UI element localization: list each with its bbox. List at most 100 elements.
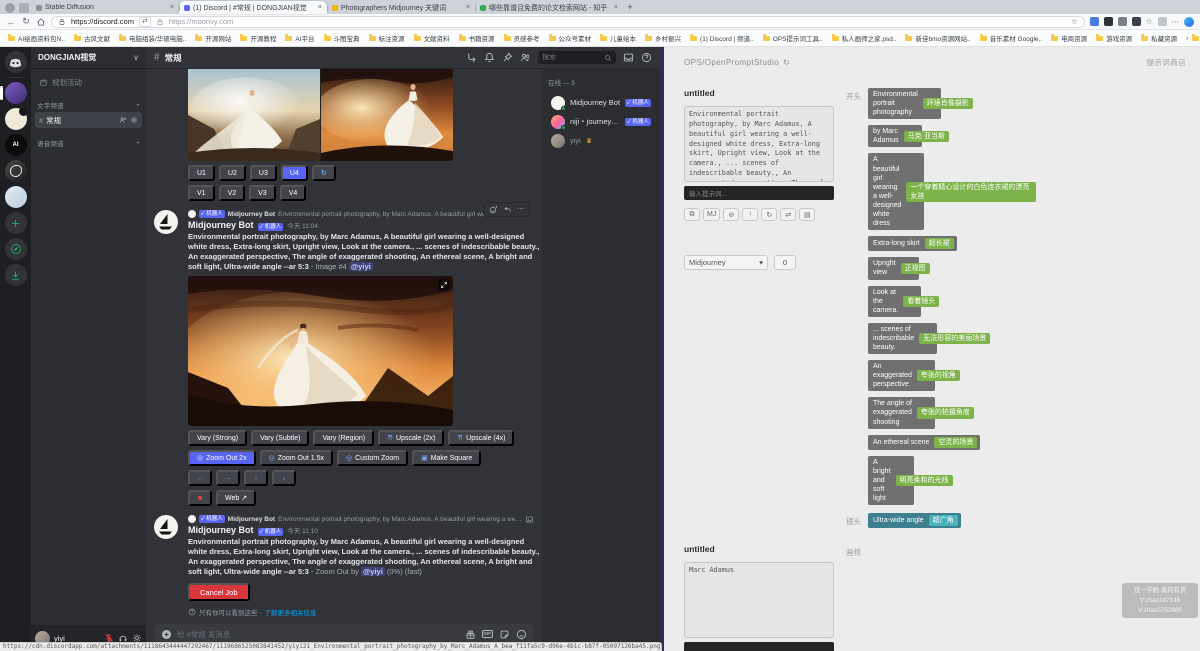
overflow-chevron-icon[interactable]: ›: [1186, 35, 1188, 42]
bookmark-item[interactable]: 古风文献: [74, 33, 110, 43]
server-icon-5[interactable]: [5, 186, 27, 208]
tab-close-icon[interactable]: ×: [614, 4, 618, 11]
cancel-job-button[interactable]: Cancel Job: [188, 583, 250, 601]
bot-avatar[interactable]: [154, 515, 178, 539]
member-row[interactable]: niji・journey … ✓ 机器人: [548, 112, 654, 131]
tab-close-icon[interactable]: ×: [318, 4, 322, 11]
bot-avatar[interactable]: [154, 210, 178, 234]
mj-action-button[interactable]: Vary (Subtle): [251, 430, 309, 446]
tool-button[interactable]: ⧉: [684, 208, 700, 221]
prompt-input-bar[interactable]: 输入提示词...: [684, 186, 834, 200]
download-apps-button[interactable]: [5, 264, 27, 286]
engine-select[interactable]: Midjourney ▾: [684, 255, 768, 270]
mj-action-button[interactable]: ♥: [188, 490, 212, 506]
grid-button[interactable]: U4: [281, 165, 308, 181]
bookmark-item[interactable]: 儿童绘本: [600, 33, 636, 43]
sticker-icon[interactable]: [499, 629, 510, 640]
more-actions-icon[interactable]: ⋯: [517, 205, 524, 214]
more-menu-icon[interactable]: ⋯: [1172, 17, 1180, 26]
workspace-title[interactable]: untitled: [684, 544, 834, 554]
pinned-messages-icon[interactable]: [502, 52, 513, 63]
bookmarks-overflow[interactable]: › 其他收藏夹: [1186, 33, 1200, 43]
home-icon[interactable]: [36, 17, 46, 27]
mj-action-button[interactable]: ⇈Upscale (2x): [378, 430, 444, 446]
channel-settings-icon[interactable]: [130, 116, 138, 124]
generated-image-grid[interactable]: [188, 69, 453, 161]
tab-close-icon[interactable]: ×: [466, 4, 470, 11]
member-list-icon[interactable]: [520, 52, 531, 63]
prompt-tag[interactable]: A bright and soft light 明亮柔和的光线: [868, 456, 914, 505]
server-icon-3[interactable]: AI: [5, 134, 27, 156]
pan-button[interactable]: ↓: [272, 470, 296, 486]
prompt-textarea[interactable]: Marc Adamus: [684, 562, 834, 638]
prompt-shop-link[interactable]: 提示词商店: [1147, 57, 1187, 68]
grid-button[interactable]: V3: [249, 185, 276, 201]
profile-avatar-icon[interactable]: [5, 3, 15, 13]
browser-tab[interactable]: (1) Discord | #常规 | DONGJIAN视觉 ×: [179, 1, 327, 14]
emoji-icon[interactable]: [516, 629, 527, 640]
tool-button[interactable]: ▤: [799, 208, 815, 221]
add-channel-icon[interactable]: +: [136, 140, 140, 147]
split-view-icon[interactable]: ⇄: [139, 17, 151, 27]
prompt-tag[interactable]: Extra-long skirt 超长裙: [868, 236, 957, 251]
url-left[interactable]: https://discord.com: [71, 17, 134, 26]
search-box[interactable]: [538, 51, 616, 64]
gift-icon[interactable]: [465, 629, 476, 640]
browser-tab[interactable]: Photographers Midjourney 关键词 ×: [327, 1, 475, 14]
tab-close-icon[interactable]: ×: [170, 4, 174, 11]
category-voice-channels[interactable]: 语音频道 +: [35, 138, 142, 148]
author-name[interactable]: Midjourney Bot: [188, 525, 254, 535]
bookmark-item[interactable]: OPS提示词工具..: [763, 33, 823, 43]
expand-image-icon[interactable]: [438, 279, 450, 291]
browser-tab[interactable]: Stable Diffusion ×: [31, 1, 179, 14]
bookmark-item[interactable]: AI平台: [285, 33, 314, 43]
create-invite-icon[interactable]: [119, 116, 127, 124]
message-input-box[interactable]: GIF: [154, 624, 534, 644]
inbox-icon[interactable]: [623, 52, 634, 63]
bookmark-item[interactable]: 文献资料: [414, 33, 450, 43]
pan-button[interactable]: ↑: [244, 470, 268, 486]
prompt-tag[interactable]: The angle of exaggerated shooting 夸张的拍摄角…: [868, 397, 935, 428]
bookmark-item[interactable]: (1) Discord | 频道..: [690, 33, 754, 43]
extension-icon-1[interactable]: [1090, 17, 1099, 26]
threads-icon[interactable]: [466, 52, 477, 63]
events-item[interactable]: 规划活动: [35, 74, 142, 90]
channel-item-changgui[interactable]: # 常规: [35, 112, 142, 128]
url-bar[interactable]: https://discord.com ⇄ https://moonvy.com…: [51, 16, 1085, 28]
add-channel-icon[interactable]: +: [136, 102, 140, 109]
prompt-tag[interactable]: Environmental portrait photography 环境肖像摄…: [868, 88, 941, 119]
bookmark-item[interactable]: 私人画师之家.psd..: [832, 33, 897, 43]
prompt-tag[interactable]: Upright view 正视图: [868, 257, 919, 279]
category-text-channels[interactable]: 文字频道 +: [35, 100, 142, 110]
mj-action-button[interactable]: ◎Zoom Out 2x: [188, 450, 256, 466]
copilot-icon[interactable]: [1184, 17, 1194, 27]
browser-tab[interactable]: 哪些靠谱且免费的论文检索网站 - 知乎 ×: [475, 1, 623, 14]
favorite-star-icon[interactable]: ☆: [1071, 17, 1078, 26]
collections-icon[interactable]: [1158, 17, 1167, 26]
grid-image-right[interactable]: [321, 69, 453, 161]
mj-action-button[interactable]: ◎Zoom Out 1.5x: [260, 450, 333, 466]
help-icon[interactable]: [641, 52, 652, 63]
prompt-tag[interactable]: Look at the camera. 看着镜头: [868, 286, 921, 317]
prompt-textarea[interactable]: Environmental portrait photography, by M…: [684, 106, 834, 182]
extension-icon-2[interactable]: [1104, 17, 1113, 26]
tool-button[interactable]: ↻: [761, 208, 777, 221]
notifications-icon[interactable]: [484, 52, 495, 63]
prompt-tag[interactable]: ... scenes of indescribable beauty. 无法形容…: [868, 323, 937, 354]
bookmark-item[interactable]: 斗图宝典: [324, 33, 360, 43]
workspace-icon[interactable]: [19, 3, 29, 13]
tool-button[interactable]: ↑: [742, 208, 758, 221]
mj-action-button[interactable]: ◎Custom Zoom: [337, 450, 408, 466]
mj-action-button[interactable]: Vary (Strong): [188, 430, 247, 446]
gif-picker-icon[interactable]: GIF: [482, 630, 494, 638]
mj-action-button[interactable]: Web ↗: [216, 490, 256, 506]
bookmark-item[interactable]: 游戏资源: [1096, 33, 1132, 43]
bookmark-item[interactable]: 电商资源: [1051, 33, 1087, 43]
grid-button[interactable]: U3: [250, 165, 277, 181]
url-right[interactable]: https://moonvy.com: [169, 17, 233, 26]
pan-button[interactable]: →: [216, 470, 240, 486]
reply-icon[interactable]: [503, 205, 512, 214]
workspace-title[interactable]: untitled: [684, 88, 834, 98]
pan-button[interactable]: ←: [188, 470, 212, 486]
server-icon-4[interactable]: [5, 160, 27, 182]
